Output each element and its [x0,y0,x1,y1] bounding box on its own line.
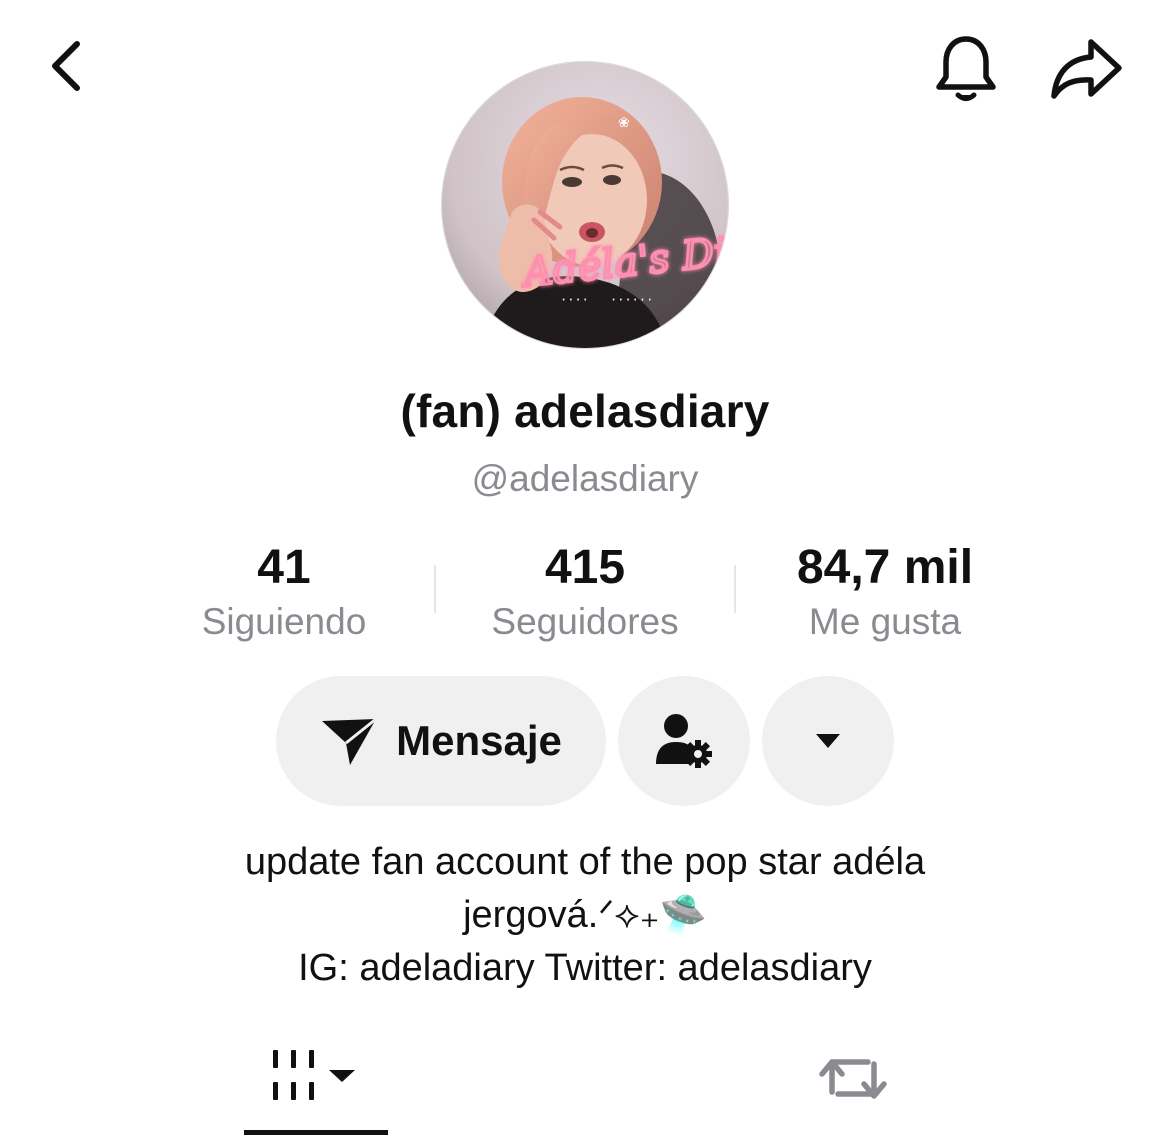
followers-stat[interactable]: 415 Seguidores [435,540,735,646]
likes-count: 84,7 mil [796,541,974,594]
follow-settings-button[interactable] [618,676,750,806]
bio-line: IG: adeladiary Twitter: adelasdiary [298,947,872,989]
message-button-label: Mensaje [396,717,562,764]
message-button[interactable]: Mensaje [276,676,606,806]
chevron-left-icon [52,41,80,91]
paper-plane-icon [322,717,378,765]
followers-label: Seguidores [491,601,679,642]
share-button[interactable] [1043,28,1131,110]
more-options-button[interactable] [762,676,894,806]
bio-line: jergová.ᐟ⟡₊🛸 [463,894,707,936]
share-arrow-icon [1051,39,1122,99]
grid-icon [273,1050,355,1100]
active-tab-indicator [244,1130,388,1135]
following-stat[interactable]: 41 Siguiendo [134,540,434,646]
repost-icon [819,1059,887,1099]
svg-text:······: ······ [610,293,653,307]
display-name: (fan) adelasdiary [400,385,770,437]
bell-icon [936,36,996,101]
avatar[interactable]: ❀ Adéla's Diary ···· ······ [441,61,729,349]
username-handle: @adelasdiary [471,458,699,499]
back-button[interactable] [30,30,102,102]
bio: update fan account of the pop star adéla… [150,836,1020,995]
likes-stat[interactable]: 84,7 mil Me gusta [735,540,1035,646]
followers-count: 415 [544,541,626,594]
tab-videos[interactable] [244,1040,388,1135]
following-count: 41 [257,541,311,594]
svg-text:❀: ❀ [618,115,630,131]
bio-line: update fan account of the pop star adéla [244,841,926,883]
notifications-button[interactable] [925,28,1007,110]
tab-reposts[interactable] [808,1040,898,1120]
avatar-image: ❀ Adéla's Diary ···· ······ [442,62,728,348]
svg-text:····: ···· [560,293,589,307]
person-gear-icon [656,714,712,768]
caret-down-icon [816,734,840,748]
following-label: Siguiendo [201,601,367,642]
likes-label: Me gusta [808,601,962,642]
